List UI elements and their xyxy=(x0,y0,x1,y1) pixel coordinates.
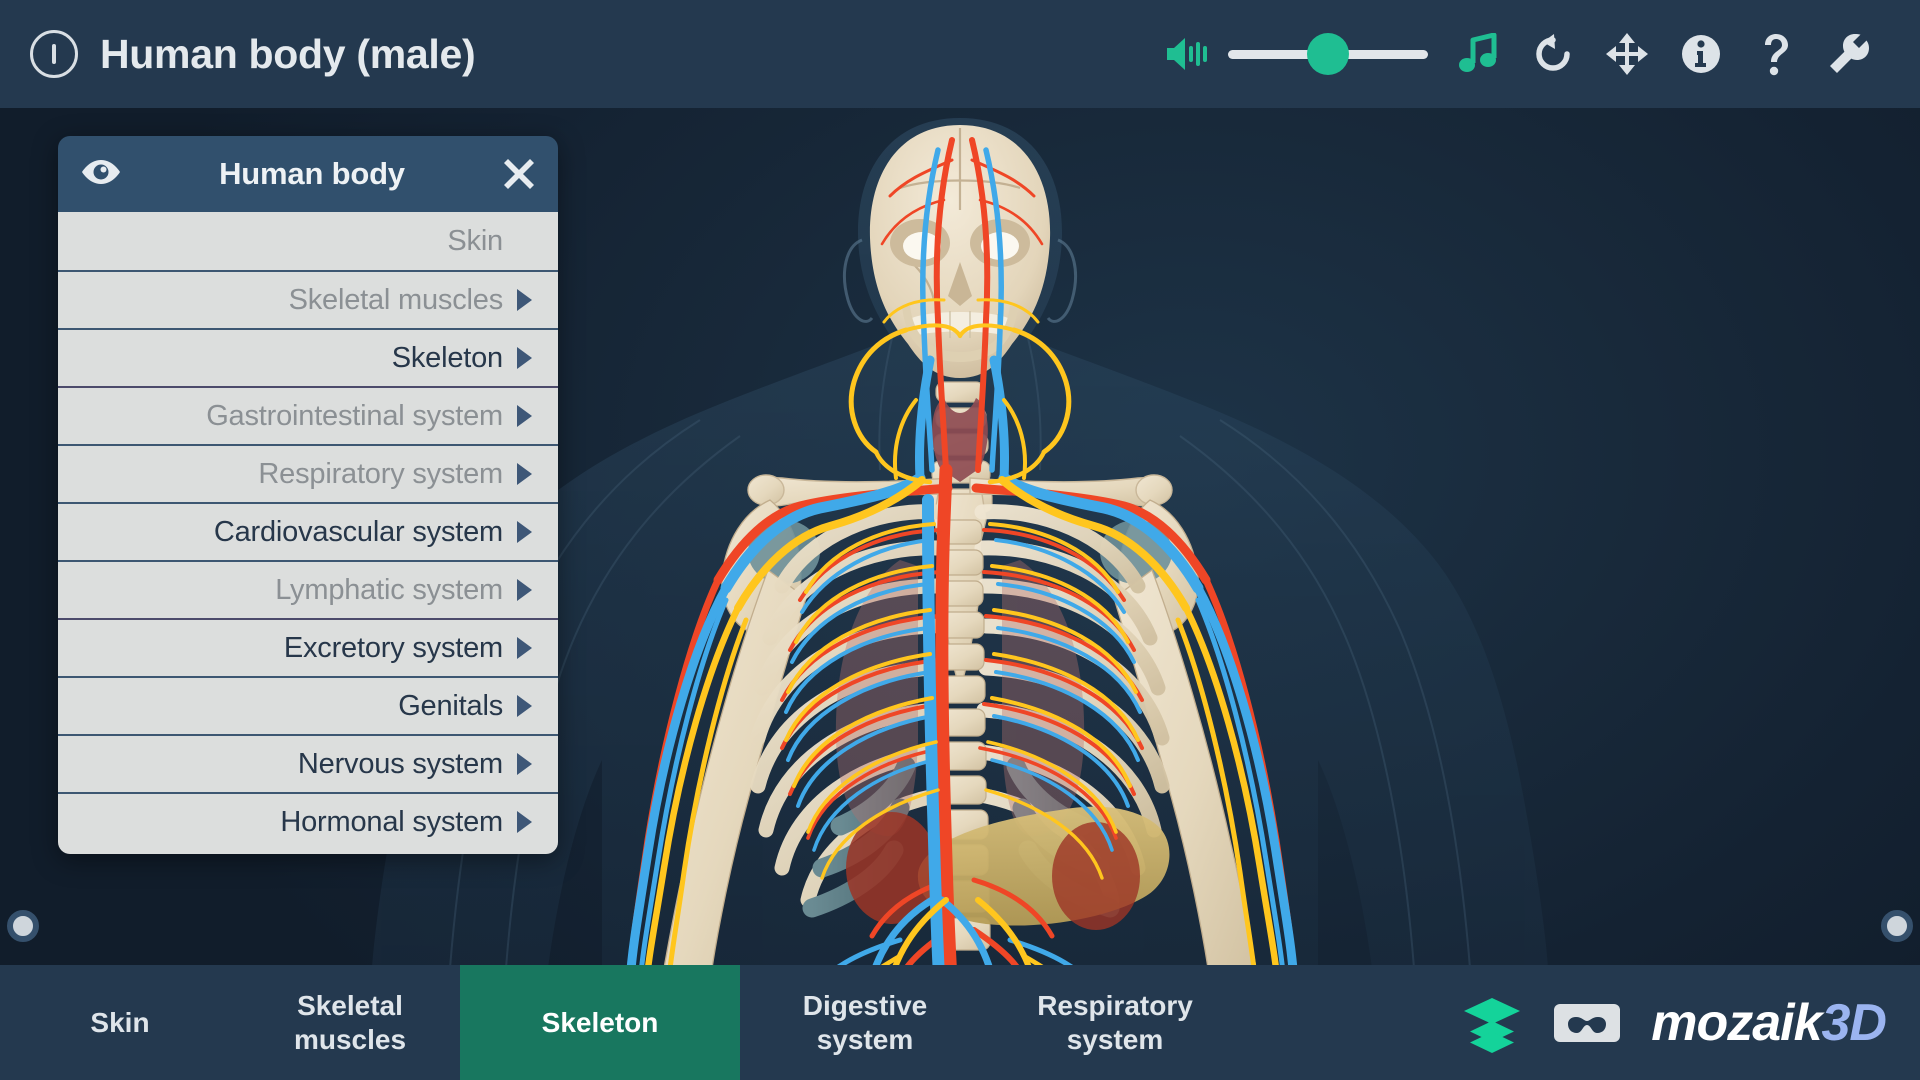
close-icon[interactable] xyxy=(502,157,536,191)
tab-label: Skin xyxy=(90,1006,150,1038)
menu-item-skin[interactable]: Skin xyxy=(58,212,558,270)
brand-name-mozaik: mozaik xyxy=(1651,993,1822,1052)
menu-item-label: Hormonal system xyxy=(280,805,503,838)
menu-item-label: Skeleton xyxy=(391,341,503,374)
question-mark-icon[interactable] xyxy=(1738,17,1812,91)
eye-icon[interactable] xyxy=(80,158,122,191)
brand-name-3d: 3D xyxy=(1821,993,1887,1052)
menu-item-label: Excretory system xyxy=(283,631,503,664)
chevron-right-icon xyxy=(517,347,532,369)
chevron-right-icon xyxy=(517,811,532,833)
menu-item-skeletal-muscles[interactable]: Skeletal muscles xyxy=(58,270,558,328)
volume-icon[interactable] xyxy=(1148,17,1222,91)
chevron-right-icon xyxy=(517,753,532,775)
systems-panel: Human body Skin Skeletal muscles Skeleton G… xyxy=(58,136,558,854)
brand-area: mozaik3D xyxy=(1461,965,1920,1080)
volume-slider[interactable] xyxy=(1228,17,1428,91)
menu-item-respiratory-system[interactable]: Respiratory system xyxy=(58,444,558,502)
chevron-right-icon xyxy=(517,579,532,601)
panel-header: Human body xyxy=(58,136,558,212)
right-drag-handle[interactable] xyxy=(1881,910,1913,942)
tab-label: Skeleton xyxy=(541,1006,659,1038)
chevron-right-icon xyxy=(517,405,532,427)
rotate-reset-icon[interactable] xyxy=(1516,17,1590,91)
left-drag-handle[interactable] xyxy=(7,910,39,942)
chevron-right-icon xyxy=(517,463,532,485)
brand-logo: mozaik3D xyxy=(1651,993,1887,1053)
chevron-right-icon xyxy=(517,289,532,311)
tab-digestive-system[interactable]: Digestive system xyxy=(740,965,990,1080)
menu-item-excretory-system[interactable]: Excretory system xyxy=(58,618,558,676)
page-title: Human body (male) xyxy=(100,30,476,77)
info-icon[interactable] xyxy=(1664,17,1738,91)
menu-item-genitals[interactable]: Genitals xyxy=(58,676,558,734)
menu-item-label: Genitals xyxy=(398,689,503,722)
tab-label: Digestive system xyxy=(802,990,928,1055)
systems-menu: Skin Skeletal muscles Skeleton Gastrointest… xyxy=(58,212,558,854)
panel-title: Human body xyxy=(219,156,405,191)
tab-skeleton[interactable]: Skeleton xyxy=(460,965,740,1080)
menu-item-label: Skin xyxy=(447,224,503,257)
menu-item-label: Respiratory system xyxy=(258,457,503,490)
tab-skeletal-muscles[interactable]: Skeletal muscles xyxy=(240,965,460,1080)
toolbar-actions xyxy=(1148,17,1920,91)
tab-skin[interactable]: Skin xyxy=(0,965,240,1080)
menu-item-label: Gastrointestinal system xyxy=(206,399,503,432)
window-title-group: Human body (male) xyxy=(30,30,476,78)
menu-item-gastrointestinal-system[interactable]: Gastrointestinal system xyxy=(58,386,558,444)
tab-label: Respiratory system xyxy=(1037,990,1193,1055)
menu-item-cardiovascular-system[interactable]: Cardiovascular system xyxy=(58,502,558,560)
menu-item-label: Skeletal muscles xyxy=(288,283,504,316)
info-circle-icon[interactable] xyxy=(30,30,78,78)
menu-item-label: Nervous system xyxy=(297,747,503,780)
move-arrows-icon[interactable] xyxy=(1590,17,1664,91)
top-toolbar: Human body (male) xyxy=(0,0,1920,108)
menu-item-lymphatic-system[interactable]: Lymphatic system xyxy=(58,560,558,618)
vr-goggles-icon[interactable] xyxy=(1553,999,1621,1047)
bottom-tabbar: Skin Skeletal muscles Skeleton Digestive sy… xyxy=(0,965,1920,1080)
chevron-right-icon xyxy=(517,637,532,659)
menu-item-hormonal-system[interactable]: Hormonal system xyxy=(58,792,558,850)
music-note-icon[interactable] xyxy=(1442,17,1516,91)
chevron-right-icon xyxy=(517,695,532,717)
menu-item-label: Cardiovascular system xyxy=(213,515,503,548)
application-window: Human body (male) Human body Skin Skelet… xyxy=(0,0,1920,1080)
tabs-container: Skin Skeletal muscles Skeleton Digestive sy… xyxy=(0,965,1240,1080)
volume-thumb[interactable] xyxy=(1307,33,1349,75)
tab-label: Skeletal muscles xyxy=(293,990,407,1055)
menu-item-skeleton[interactable]: Skeleton xyxy=(58,328,558,386)
chevron-right-icon xyxy=(517,521,532,543)
menu-item-label: Lymphatic system xyxy=(275,573,503,606)
tab-respiratory-system[interactable]: Respiratory system xyxy=(990,965,1240,1080)
menu-item-nervous-system[interactable]: Nervous system xyxy=(58,734,558,792)
layers-icon[interactable] xyxy=(1461,992,1523,1054)
wrench-icon[interactable] xyxy=(1812,17,1886,91)
